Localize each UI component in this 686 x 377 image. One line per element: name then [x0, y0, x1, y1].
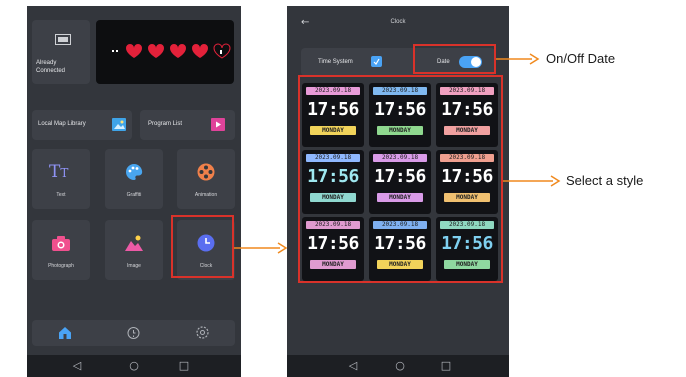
arrow-to-clock-screen: [234, 242, 288, 254]
status-line-1: Already: [36, 60, 57, 66]
back-nav-icon[interactable]: ◁: [346, 359, 360, 373]
local-map-library-label: Local Map Library: [38, 121, 86, 127]
tile-graffiti-label: Graffiti: [126, 192, 142, 198]
timer-icon[interactable]: [127, 326, 140, 339]
map-image-icon: [112, 118, 126, 131]
clock-tile-highlight: [171, 215, 234, 278]
home-icon[interactable]: [59, 327, 71, 339]
annotation-select-style: Select a style: [566, 173, 644, 188]
home-nav-icon[interactable]: ○: [393, 359, 407, 373]
tile-text-label: Text: [56, 192, 66, 198]
camera-icon: [52, 236, 70, 251]
bottom-tab-bar: [32, 320, 235, 346]
playlist-icon: [211, 118, 225, 131]
heart-pixels-icon: [112, 43, 231, 59]
tile-animation[interactable]: Animation: [177, 149, 235, 209]
status-line-2: Connected: [36, 68, 66, 74]
connection-status-tile[interactable]: Already Connected: [32, 20, 90, 84]
led-preview-display: [96, 20, 234, 84]
recents-nav-icon[interactable]: □: [439, 359, 453, 373]
time-system-toggle-icon[interactable]: [371, 56, 382, 67]
phone-left-screen: Already Connected Local Map Library Prog…: [27, 6, 241, 377]
time-system-label: Time System: [318, 59, 353, 65]
arrow-select-style: [503, 175, 561, 187]
tile-photograph[interactable]: Photograph: [32, 220, 90, 280]
back-nav-icon[interactable]: ◁: [70, 359, 84, 373]
tile-animation-label: Animation: [194, 192, 218, 198]
date-toggle-highlight: [413, 44, 496, 74]
tile-graffiti[interactable]: Graffiti: [105, 149, 163, 209]
annotation-on-off-date: On/Off Date: [546, 51, 616, 66]
android-nav-bar: ◁ ○ □: [27, 355, 241, 377]
clock-grid-highlight: [298, 75, 503, 283]
image-icon: [125, 235, 143, 251]
page-title: Clock: [390, 19, 406, 25]
program-list-button[interactable]: Program List: [140, 110, 235, 140]
led-panel-icon: [55, 34, 71, 45]
tile-image-label: Image: [127, 263, 141, 269]
film-reel-icon: [197, 163, 215, 181]
tile-image[interactable]: Image: [105, 220, 163, 280]
tile-photograph-label: Photograph: [48, 263, 74, 269]
palette-icon: [126, 164, 143, 180]
home-nav-icon[interactable]: ○: [127, 359, 141, 373]
local-map-library-button[interactable]: Local Map Library: [32, 110, 132, 140]
text-icon: TT: [49, 162, 69, 182]
recents-nav-icon[interactable]: □: [177, 359, 191, 373]
program-list-label: Program List: [148, 121, 183, 127]
arrow-on-off-date: [496, 53, 540, 65]
android-nav-bar-right: ◁ ○ □: [287, 355, 509, 377]
settings-icon[interactable]: [196, 326, 209, 339]
tile-text[interactable]: TT Text: [32, 149, 90, 209]
